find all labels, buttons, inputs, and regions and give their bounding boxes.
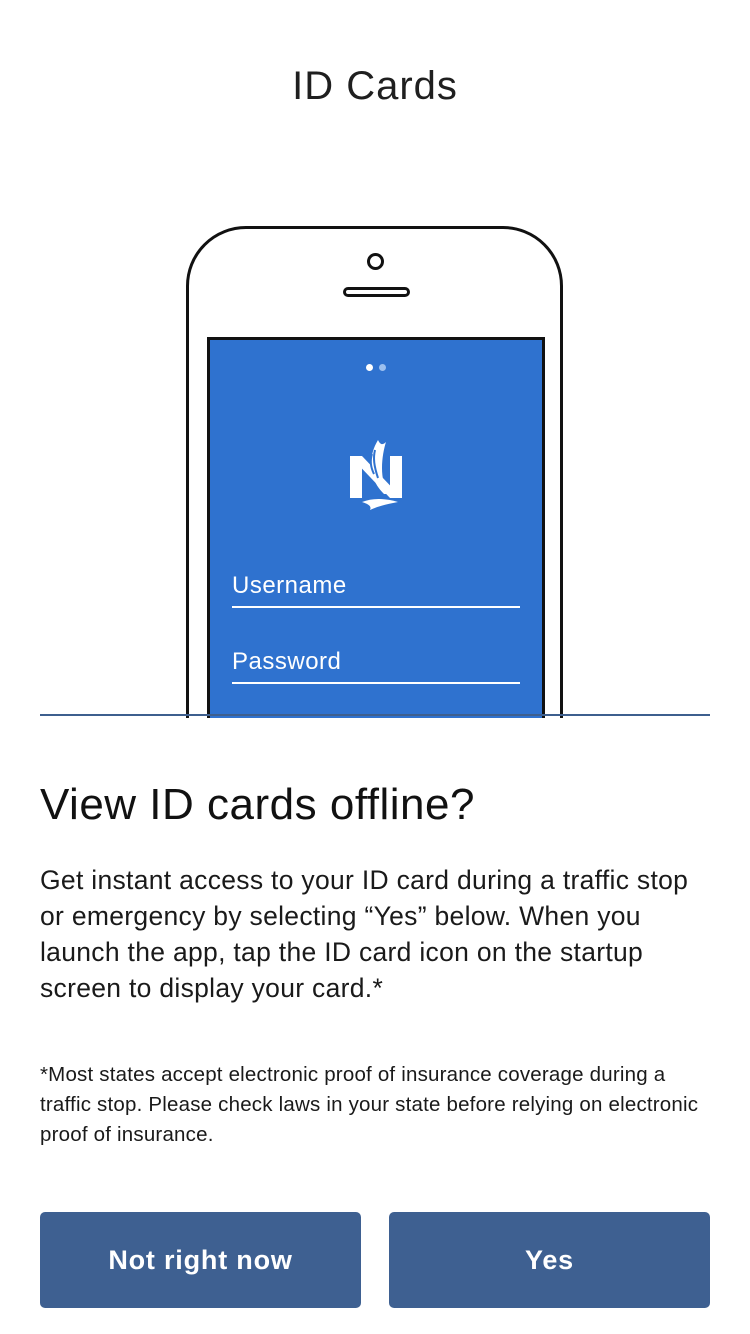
- phone-camera-icon: [367, 253, 384, 270]
- offline-description: Get instant access to your ID card durin…: [40, 865, 689, 1003]
- divider-line: [40, 714, 710, 716]
- page-title: ID Cards: [292, 64, 458, 108]
- nationwide-eagle-logo-icon: [350, 440, 402, 510]
- offline-heading: View ID cards offline?: [40, 780, 475, 829]
- phone-illustration: Username Password: [0, 226, 750, 718]
- page-dot-active: [366, 364, 373, 371]
- id-cards-offline-screen: ID Cards Username Password View ID cards…: [0, 0, 750, 1334]
- username-field: Username: [232, 568, 520, 608]
- yes-button[interactable]: Yes: [389, 1212, 710, 1308]
- legal-footnote: *Most states accept electronic proof of …: [40, 1063, 699, 1146]
- not-right-now-button[interactable]: Not right now: [40, 1212, 361, 1308]
- page-dot-inactive: [379, 364, 386, 371]
- page-indicator: [210, 358, 542, 376]
- phone-screen: Username Password: [207, 337, 545, 718]
- phone-speaker-icon: [343, 287, 410, 297]
- password-field: Password: [232, 644, 520, 684]
- phone-outline: Username Password: [186, 226, 563, 718]
